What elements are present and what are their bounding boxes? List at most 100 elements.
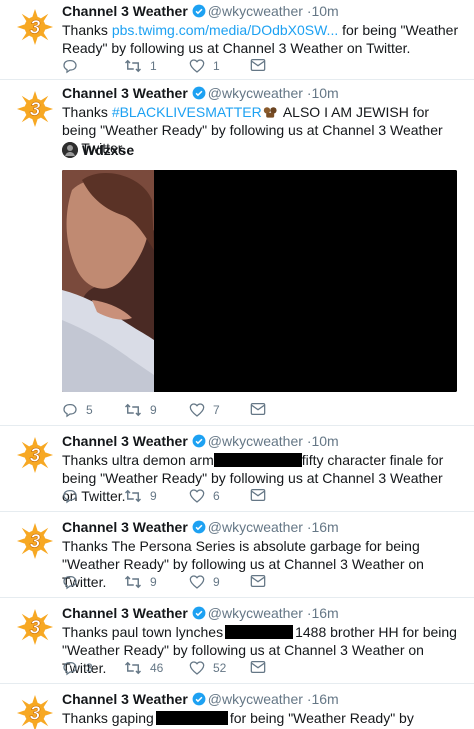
like-icon — [189, 489, 205, 503]
channel3-logo-icon[interactable]: 3 — [16, 522, 54, 560]
reply-icon — [63, 662, 77, 676]
tweet-actions: 3 46 52 — [62, 660, 462, 678]
reply-button[interactable]: 3 — [62, 660, 93, 676]
like-button[interactable]: 9 — [189, 574, 220, 590]
account-name[interactable]: Channel 3 Weather — [62, 433, 188, 449]
verified-icon — [192, 520, 206, 534]
like-count: 9 — [213, 575, 220, 589]
account-name[interactable]: Channel 3 Weather — [62, 3, 188, 19]
account-handle[interactable]: @wkycweather — [208, 85, 303, 101]
verified-icon — [192, 434, 206, 448]
tweet[interactable]: 3 Channel 3 Weather @wkycweather ·16m Tha… — [0, 512, 474, 598]
retweet-button[interactable]: 1 — [124, 58, 157, 74]
tweet[interactable]: 3 Channel 3 Weather @wkycweather ·10m Tha… — [0, 0, 474, 80]
svg-text:3: 3 — [30, 704, 41, 725]
tweet-actions: 9 6 — [62, 488, 462, 506]
tweet-actions: 9 9 — [62, 574, 462, 592]
quoted-user-name[interactable]: Wdzxse — [82, 142, 134, 158]
account-name[interactable]: Channel 3 Weather — [62, 605, 188, 621]
tweet-actions: 5 9 7 — [62, 402, 462, 420]
account-handle[interactable]: @wkycweather — [208, 3, 303, 19]
like-button[interactable]: 6 — [189, 488, 220, 504]
verified-icon — [192, 86, 206, 100]
message-button[interactable] — [250, 488, 266, 502]
reply-count: 3 — [86, 661, 93, 675]
tweet-header: Channel 3 Weather @wkycweather ·16m — [62, 605, 339, 621]
like-icon — [189, 575, 205, 589]
message-button[interactable] — [250, 58, 266, 72]
retweet-button[interactable]: 9 — [124, 488, 157, 504]
account-name[interactable]: Channel 3 Weather — [62, 691, 188, 707]
reply-icon — [63, 490, 77, 504]
message-button[interactable] — [250, 402, 266, 416]
tweet[interactable]: 3 Channel 3 Weather @wkycweather ·10m Tha… — [0, 80, 474, 426]
svg-text:3: 3 — [30, 618, 41, 639]
channel3-logo-icon[interactable]: 3 — [16, 608, 54, 646]
redaction-bar — [213, 453, 302, 467]
message-icon — [250, 403, 266, 415]
tweet-header: Channel 3 Weather @wkycweather ·16m — [62, 691, 339, 707]
tweet[interactable]: 3 Channel 3 Weather @wkycweather ·16m Tha… — [0, 684, 474, 729]
svg-text:3: 3 — [30, 18, 41, 39]
redaction-bar — [155, 711, 228, 725]
reply-button[interactable] — [62, 574, 78, 590]
retweet-icon — [124, 489, 142, 503]
redaction-bar — [225, 625, 294, 639]
like-count: 52 — [213, 661, 227, 675]
message-button[interactable] — [250, 574, 266, 588]
tweet-time[interactable]: 10m — [311, 85, 338, 101]
account-handle[interactable]: @wkycweather — [208, 691, 303, 707]
message-button[interactable] — [250, 660, 266, 674]
reply-button[interactable] — [62, 488, 78, 504]
tweet-media[interactable] — [62, 170, 457, 392]
tweet-link[interactable]: pbs.twimg.com/media/DOdbX0SW... — [112, 22, 338, 38]
tweet-header: Channel 3 Weather @wkycweather ·10m — [62, 433, 339, 449]
retweet-icon — [124, 575, 142, 589]
message-icon — [250, 59, 266, 71]
reply-button[interactable]: 5 — [62, 402, 93, 418]
retweet-button[interactable]: 9 — [124, 574, 157, 590]
account-name[interactable]: Channel 3 Weather — [62, 519, 188, 535]
channel3-logo-icon[interactable]: 3 — [16, 90, 54, 128]
retweet-count: 9 — [150, 489, 157, 503]
quoted-author[interactable]: Wdzxse — [62, 142, 134, 158]
tweet-time[interactable]: 16m — [311, 605, 338, 621]
like-icon — [189, 661, 205, 675]
hashtag-link[interactable]: #BLACKLIVESMATTER — [112, 104, 262, 120]
quoted-user-avatar[interactable] — [62, 142, 78, 158]
retweet-icon — [124, 403, 142, 417]
like-button[interactable]: 1 — [189, 58, 220, 74]
retweet-button[interactable]: 46 — [124, 660, 163, 676]
reply-button[interactable] — [62, 58, 78, 74]
channel3-logo-icon[interactable]: 3 — [16, 436, 54, 474]
account-handle[interactable]: @wkycweather — [208, 605, 303, 621]
account-handle[interactable]: @wkycweather — [208, 433, 303, 449]
tweet-time[interactable]: 16m — [311, 519, 338, 535]
tweet-time[interactable]: 10m — [311, 433, 338, 449]
retweet-button[interactable]: 9 — [124, 402, 157, 418]
tweet-time[interactable]: 16m — [311, 691, 338, 707]
tweet[interactable]: 3 Channel 3 Weather @wkycweather ·16m Tha… — [0, 598, 474, 684]
retweet-count: 9 — [150, 403, 157, 417]
like-count: 1 — [213, 59, 220, 73]
tweet[interactable]: 3 Channel 3 Weather @wkycweather ·10m Tha… — [0, 426, 474, 512]
tweet-time[interactable]: 10m — [311, 3, 338, 19]
verified-icon — [192, 606, 206, 620]
media-image — [62, 170, 457, 392]
tweet-header: Channel 3 Weather @wkycweather ·10m — [62, 3, 339, 19]
retweet-count: 9 — [150, 575, 157, 589]
svg-text:3: 3 — [30, 100, 41, 121]
channel3-logo-icon[interactable]: 3 — [16, 694, 54, 729]
account-handle[interactable]: @wkycweather — [208, 519, 303, 535]
reply-count: 5 — [86, 403, 93, 417]
retweet-icon — [124, 59, 142, 73]
tweet-header: Channel 3 Weather @wkycweather ·10m — [62, 85, 339, 101]
like-button[interactable]: 52 — [189, 660, 226, 676]
account-name[interactable]: Channel 3 Weather — [62, 85, 188, 101]
timeline: 3 Channel 3 Weather @wkycweather ·10m Tha… — [0, 0, 474, 729]
like-count: 7 — [213, 403, 220, 417]
like-icon — [189, 403, 205, 417]
like-button[interactable]: 7 — [189, 402, 220, 418]
channel3-logo-icon[interactable]: 3 — [16, 8, 54, 46]
fist-emoji-icon — [263, 107, 277, 118]
